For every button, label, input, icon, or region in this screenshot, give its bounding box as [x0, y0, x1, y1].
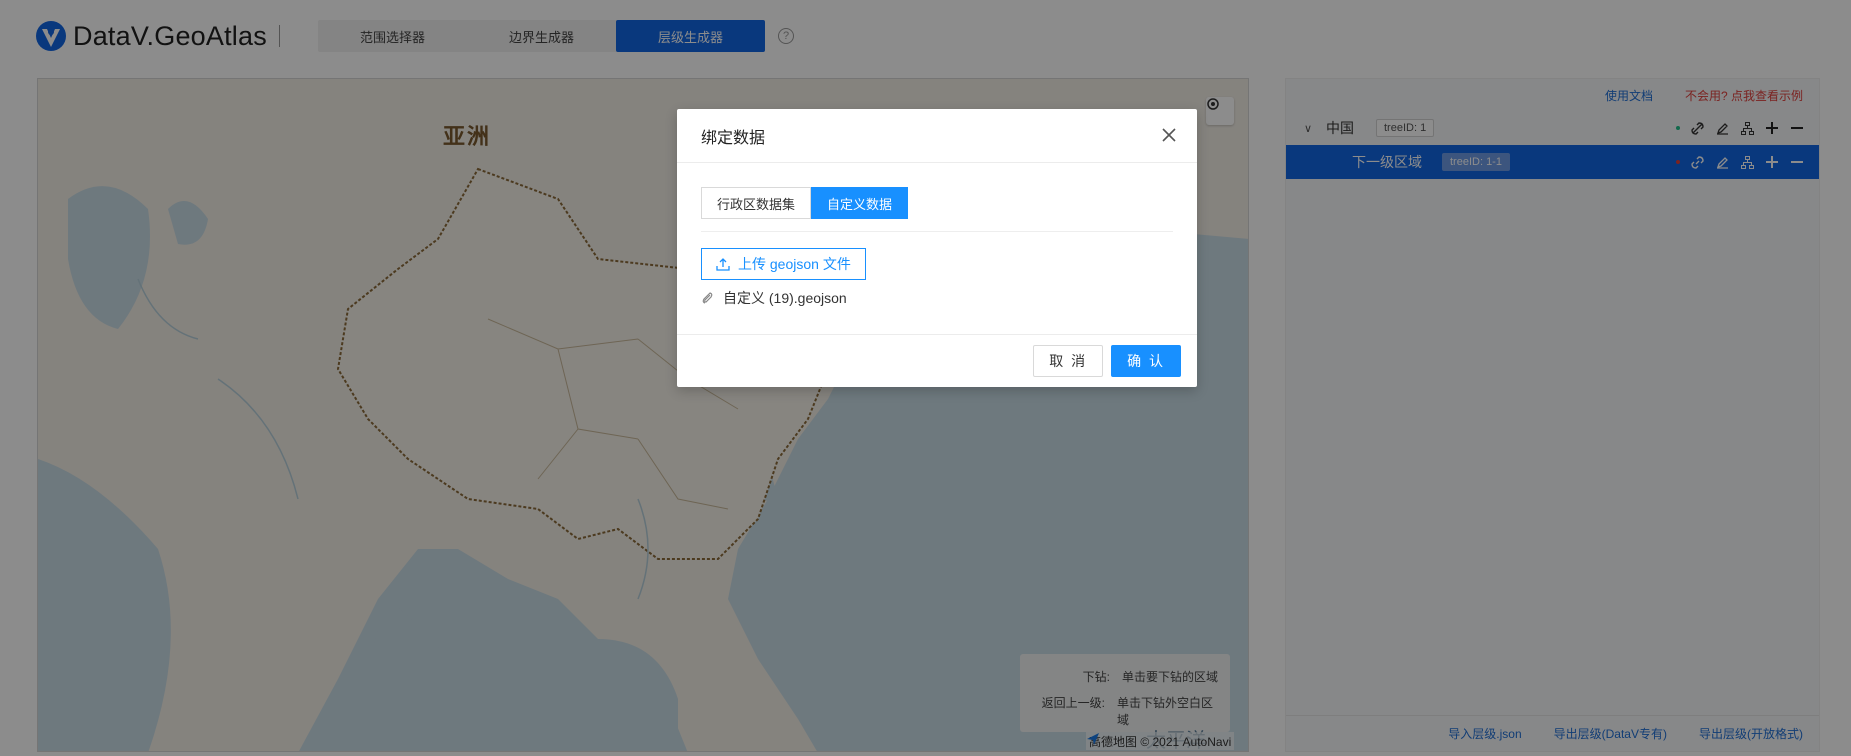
- upload-icon: [716, 258, 730, 271]
- confirm-button[interactable]: 确 认: [1111, 345, 1181, 377]
- modal-body: 行政区数据集 自定义数据 上传 geojson 文件 自定义 (19).geoj…: [677, 163, 1197, 334]
- upload-geojson-button[interactable]: 上传 geojson 文件: [701, 248, 866, 280]
- segment-admin-dataset[interactable]: 行政区数据集: [701, 187, 812, 219]
- data-source-switch: 行政区数据集 自定义数据: [701, 187, 1173, 219]
- cancel-button[interactable]: 取 消: [1033, 345, 1104, 377]
- modal-header: 绑定数据: [677, 109, 1197, 163]
- bind-data-modal: 绑定数据 行政区数据集 自定义数据 上传 geojson 文件 自定义 (19)…: [677, 109, 1197, 387]
- close-icon[interactable]: [1161, 127, 1177, 143]
- modal-title: 绑定数据: [701, 129, 766, 147]
- segment-custom-data[interactable]: 自定义数据: [811, 187, 909, 219]
- file-name: 自定义 (19).geojson: [723, 290, 847, 306]
- modal-footer: 取 消 确 认: [677, 334, 1197, 387]
- uploaded-file-item[interactable]: 自定义 (19).geojson: [701, 288, 1173, 308]
- paperclip-icon: [702, 292, 713, 304]
- upload-label: 上传 geojson 文件: [738, 256, 851, 272]
- divider: [701, 231, 1173, 232]
